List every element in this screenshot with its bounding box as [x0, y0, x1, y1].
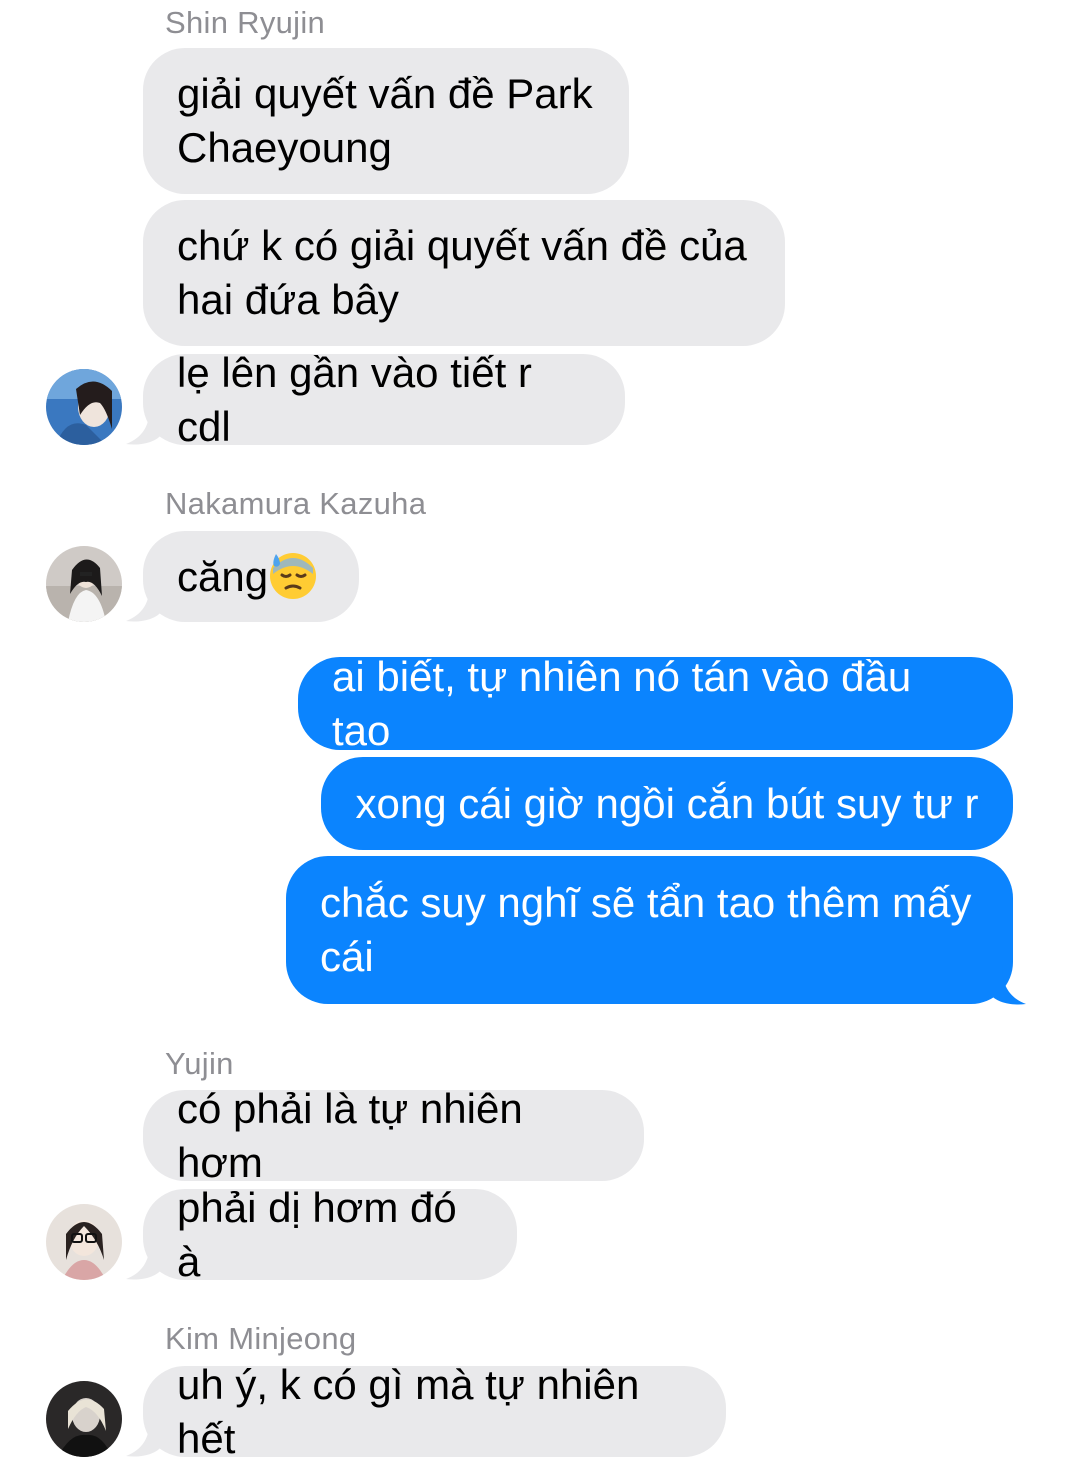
message-text: có phải là tự nhiên hơm [177, 1084, 535, 1186]
message-bubble[interactable]: giải quyết vấn đề Park Chaeyoung [143, 48, 629, 194]
sender-name: Shin Ryujin [165, 5, 326, 40]
message-bubble[interactable]: có phải là tự nhiên hơm [143, 1085, 644, 1186]
avatar[interactable] [46, 369, 122, 445]
downcast-face-with-sweat-icon [270, 552, 317, 599]
avatar-image [46, 1381, 122, 1457]
message-text: phải dị hơm đó à [177, 1183, 469, 1285]
message-text: căng [177, 552, 269, 600]
sender-name: Yujin [165, 1046, 234, 1081]
avatar[interactable] [46, 546, 122, 622]
message-text: chắc suy nghĩ sẽ tẩn tao thêm mấy cái [320, 879, 972, 980]
message-bubble[interactable]: căng [143, 531, 359, 622]
avatar[interactable] [46, 1381, 122, 1457]
message-text: lẹ lên gần vào tiết r cdl [177, 348, 544, 450]
message-text: ai biết, tự nhiên nó tán vào đầu tao [332, 652, 923, 754]
bubble-tail [126, 406, 162, 445]
message-text: giải quyết vấn đề Park Chaeyoung [177, 70, 593, 171]
bubble-tail [126, 1241, 162, 1280]
bubble-tail-outgoing [990, 966, 1026, 1005]
avatar-image [46, 369, 122, 445]
message-bubble[interactable]: uh ý, k có gì mà tự nhiên hết [143, 1361, 726, 1462]
message-bubble[interactable]: chứ k có giải quyết vấn đề của hai đứa b… [143, 200, 785, 346]
message-bubble[interactable]: lẹ lên gần vào tiết r cdl [143, 349, 625, 450]
message-bubble-outgoing[interactable]: xong cái giờ ngồi cắn bút suy tư r [321, 757, 1013, 850]
sender-name: Nakamura Kazuha [165, 486, 427, 521]
message-bubble[interactable]: phải dị hơm đó à [143, 1184, 517, 1285]
message-bubble-outgoing[interactable]: chắc suy nghĩ sẽ tẩn tao thêm mấy cái [286, 856, 1013, 1004]
avatar-image [46, 546, 122, 622]
message-text: xong cái giờ ngồi cắn bút suy tư r [355, 779, 979, 827]
avatar[interactable] [46, 1204, 122, 1280]
message-text: uh ý, k có gì mà tự nhiên hết [177, 1360, 652, 1462]
bubble-tail [126, 1418, 162, 1457]
sender-name: Kim Minjeong [165, 1321, 357, 1356]
bubble-tail [126, 583, 162, 622]
avatar-image [46, 1204, 122, 1280]
message-text: chứ k có giải quyết vấn đề của hai đứa b… [177, 222, 747, 323]
message-bubble-outgoing[interactable]: ai biết, tự nhiên nó tán vào đầu tao [298, 653, 1013, 754]
